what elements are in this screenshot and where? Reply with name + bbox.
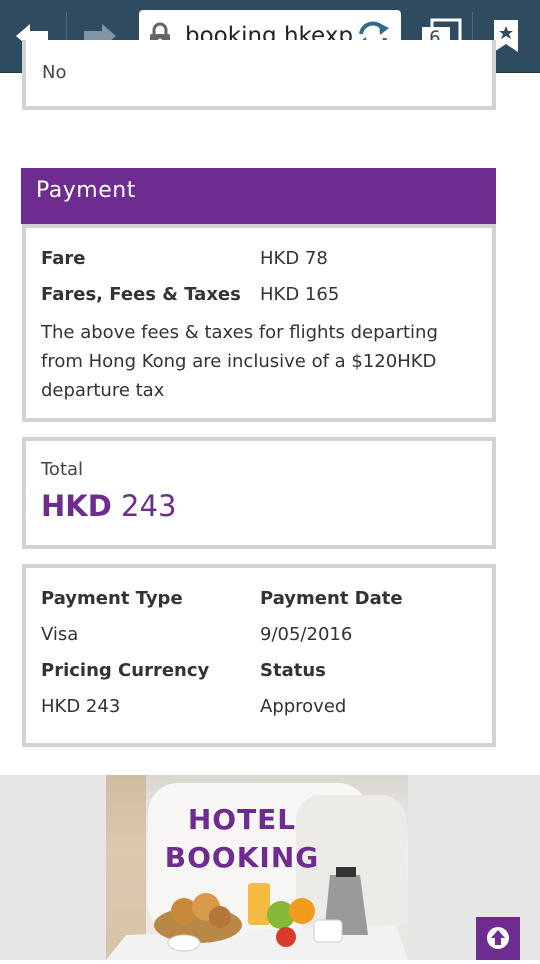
total-label: Total [41, 459, 84, 480]
banner-title-line1: HOTEL [187, 803, 297, 836]
total-value: 243 [121, 489, 177, 523]
fare-value: HKD 78 [260, 248, 328, 269]
banner-title-line2: BOOKING [164, 841, 320, 874]
previous-section-card: No [22, 40, 496, 110]
bookmark-star-icon[interactable] [492, 18, 520, 54]
departure-tax-note: The above fees & taxes for flights depar… [41, 322, 438, 401]
payment-header-title: Payment [36, 178, 136, 203]
payment-date-label: Payment Date [260, 588, 403, 609]
fare-label: Fare [41, 248, 86, 269]
status-value: Approved [260, 696, 347, 717]
payment-details-card: Payment Type Payment Date Visa 9/05/2016… [22, 564, 496, 747]
scroll-to-top-button[interactable] [476, 917, 520, 960]
hotel-booking-image[interactable]: HOTEL BOOKING [106, 775, 408, 960]
hotel-booking-banner[interactable]: HOTEL BOOKING [0, 775, 540, 960]
status-label: Status [260, 660, 326, 681]
payment-type-value: Visa [41, 624, 79, 645]
total-card: Total HKD 243 [22, 437, 496, 549]
fees-value: HKD 165 [260, 284, 340, 305]
total-currency: HKD [41, 489, 112, 523]
payment-section-header: Payment [21, 168, 496, 224]
fees-label: Fares, Fees & Taxes [41, 284, 241, 305]
payment-date-value: 9/05/2016 [260, 624, 353, 645]
fare-card: Fare HKD 78 Fares, Fees & Taxes HKD 165 … [22, 224, 496, 422]
arrow-up-circle-icon [487, 927, 509, 949]
previous-section-value: No [42, 62, 67, 83]
payment-type-label: Payment Type [41, 588, 183, 609]
total-amount: HKD 243 [41, 489, 176, 523]
pricing-currency-label: Pricing Currency [41, 660, 210, 681]
pricing-currency-value: HKD 243 [41, 696, 121, 717]
